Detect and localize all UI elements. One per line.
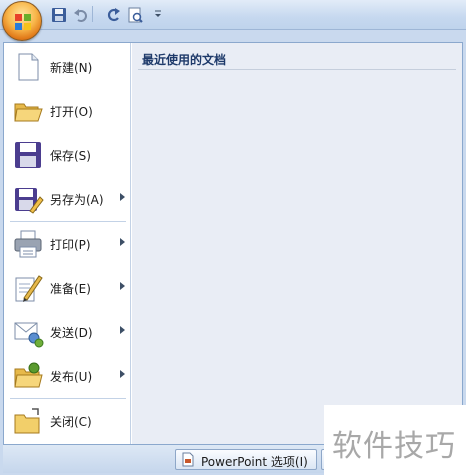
menu-item-label: 保存(S): [50, 149, 91, 163]
menu-item-close[interactable]: 关闭(C): [8, 401, 127, 441]
save-icon[interactable]: [50, 6, 68, 24]
menu-item-label: 准备(E): [50, 282, 91, 296]
watermark-text: 软件技巧: [332, 429, 456, 464]
menu-item-save[interactable]: 保存(S): [8, 135, 127, 175]
submenu-arrow-icon: [120, 326, 125, 334]
office-logo-icon: [15, 14, 31, 30]
menu-item-label: 另存为(A): [50, 193, 104, 207]
print-preview-icon[interactable]: [126, 6, 144, 24]
recent-divider: [138, 69, 456, 70]
menu-item-label: 打开(O): [50, 105, 93, 119]
recent-documents-title: 最近使用的文档: [142, 53, 227, 67]
toolbar-separator: [92, 6, 93, 22]
submenu-arrow-icon: [120, 282, 125, 290]
options-document-icon: [182, 452, 194, 467]
recent-documents-panel: 最近使用的文档: [132, 43, 462, 444]
menu-item-label: 关闭(C): [50, 415, 92, 429]
menu-item-save-as[interactable]: 另存为(A): [8, 179, 127, 219]
save-as-icon: [15, 188, 44, 214]
powerpoint-options-button[interactable]: PowerPoint 选项(I): [175, 449, 317, 470]
prepare-icon: [15, 275, 43, 302]
send-icon: [14, 322, 44, 348]
office-button[interactable]: [2, 1, 42, 41]
customize-dropdown-icon[interactable]: [152, 6, 164, 24]
watermark: 软件技巧: [324, 405, 466, 475]
menu-item-new[interactable]: 新建(N): [8, 47, 127, 87]
close-folder-icon: [14, 408, 40, 434]
menu-item-label: 发送(D): [50, 326, 93, 340]
office-menu: 新建(N) 打开(O) 保存(S) 另存为(A) 打印(P) 准备(E) 发送(…: [3, 42, 463, 445]
open-folder-icon: [14, 103, 43, 122]
menu-commands: 新建(N) 打开(O) 保存(S) 另存为(A) 打印(P) 准备(E) 发送(…: [4, 43, 131, 444]
submenu-arrow-icon: [120, 370, 125, 378]
undo-icon[interactable]: [72, 6, 90, 24]
menu-item-prepare[interactable]: 准备(E): [8, 268, 127, 308]
menu-item-label: 新建(N): [50, 61, 93, 75]
submenu-arrow-icon: [120, 193, 125, 201]
submenu-arrow-icon: [120, 238, 125, 246]
printer-icon: [14, 230, 42, 258]
menu-item-label: 发布(U): [50, 370, 93, 384]
options-label: PowerPoint 选项(I): [201, 455, 308, 469]
menu-divider: [10, 221, 126, 222]
menu-item-publish[interactable]: 发布(U): [8, 356, 127, 396]
quick-access-toolbar: [0, 0, 466, 30]
menu-item-label: 打印(P): [50, 238, 91, 252]
menu-divider: [10, 398, 126, 399]
menu-item-open[interactable]: 打开(O): [8, 91, 127, 131]
menu-item-send[interactable]: 发送(D): [8, 312, 127, 352]
publish-icon: [14, 362, 43, 388]
new-document-icon: [18, 53, 39, 81]
menu-item-print[interactable]: 打印(P): [8, 224, 127, 264]
save-floppy-icon: [15, 142, 41, 168]
redo-icon[interactable]: [104, 6, 122, 24]
